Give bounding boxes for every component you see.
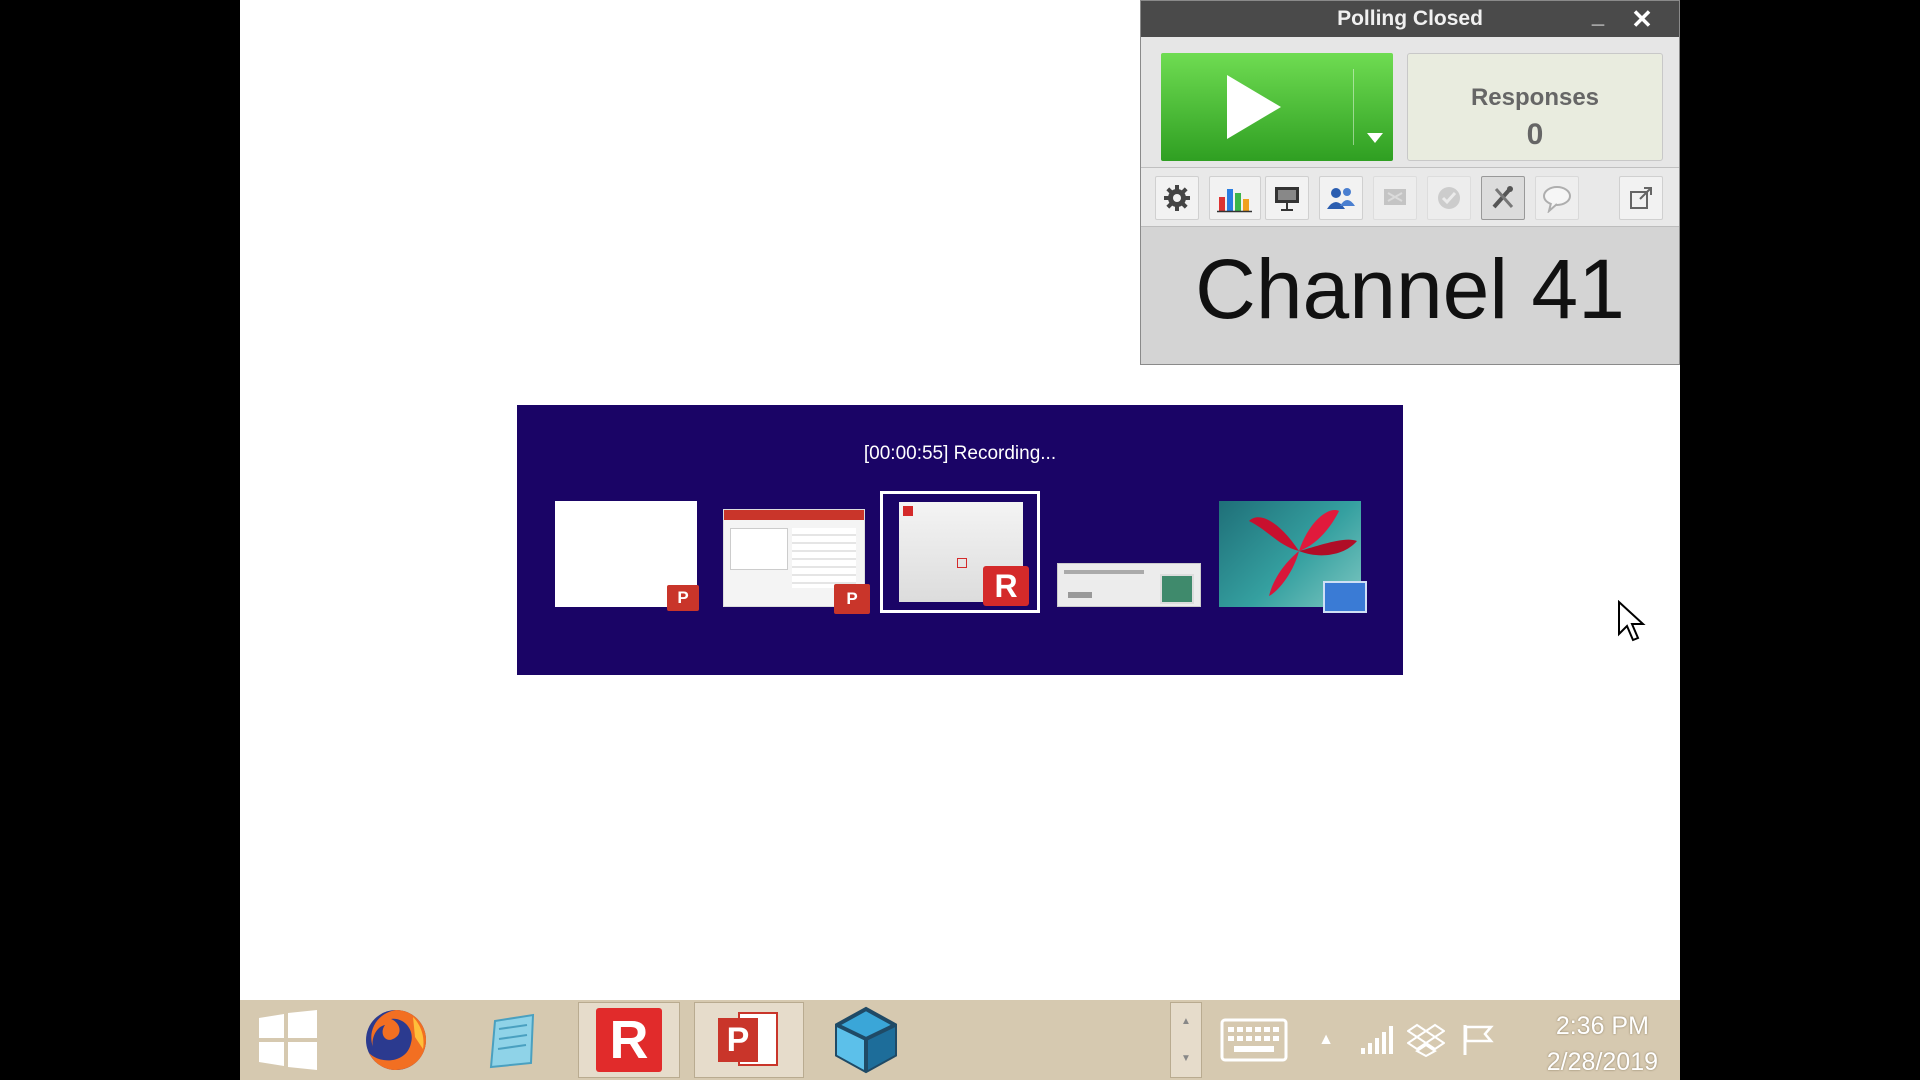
gear-icon[interactable] [1155, 176, 1199, 220]
keyboard-icon [1220, 1018, 1288, 1062]
powerpoint-icon: P [834, 584, 870, 614]
speech-bubble-icon[interactable] [1535, 176, 1579, 220]
taskbar-notepad[interactable] [466, 1002, 558, 1078]
flag-icon[interactable] [1458, 1002, 1498, 1078]
center-mark [957, 558, 967, 568]
taskbar: R P ▲ ▼ ▲ 2:36 PM 2/28/2019 [240, 1000, 1680, 1080]
app-mini-icon [903, 506, 913, 516]
window-thumbnail-desktop[interactable] [1219, 501, 1367, 613]
notepad-icon [489, 1013, 535, 1069]
polling-controls: Responses 0 [1141, 37, 1679, 168]
polling-window: Polling Closed _ ✕ Responses 0 Channel 4… [1140, 0, 1680, 365]
touch-keyboard-button[interactable] [1216, 1002, 1292, 1078]
taskbar-responseware[interactable]: R [578, 1002, 680, 1078]
dialog-image [1160, 574, 1194, 604]
windows-logo-icon [259, 1010, 317, 1070]
taskbar-scroll[interactable]: ▲ ▼ [1170, 1002, 1202, 1078]
start-polling-button[interactable] [1161, 53, 1393, 161]
scroll-up-icon[interactable]: ▲ [1181, 1016, 1191, 1027]
clock-time: 2:36 PM [1555, 1012, 1649, 1040]
tools-icon[interactable] [1481, 176, 1525, 220]
taskbar-firefox[interactable] [350, 1002, 442, 1078]
responses-panel[interactable]: Responses 0 [1407, 53, 1663, 161]
dialog-button [1068, 592, 1092, 598]
powerpoint-icon: P [667, 585, 699, 611]
responses-label: Responses [1470, 84, 1600, 111]
mouse-cursor-icon [1617, 599, 1647, 649]
participants-icon[interactable] [1319, 176, 1363, 220]
minimize-button[interactable]: _ [1583, 1, 1613, 37]
r-logo-icon: R [596, 1008, 662, 1072]
taskbar-powerpoint[interactable]: P [694, 1002, 804, 1078]
channel-label: Channel 41 [1195, 242, 1625, 336]
popout-icon[interactable] [1619, 176, 1663, 220]
polling-title-bar[interactable]: Polling Closed _ ✕ [1141, 1, 1679, 37]
content-lines [792, 528, 856, 588]
close-button[interactable]: ✕ [1627, 1, 1657, 37]
window-thumbnail-powerpoint-2[interactable]: P [723, 509, 870, 614]
window-thumbnail-responses[interactable]: R [880, 491, 1040, 613]
play-icon [1227, 75, 1281, 139]
window-thumbnail-dialog[interactable] [1057, 563, 1201, 607]
polling-title: Polling Closed [1337, 7, 1483, 30]
desktop-icon [1323, 581, 1367, 613]
desktop: Polling Closed _ ✕ Responses 0 Channel 4… [240, 0, 1680, 1080]
taskbar-cube-app[interactable] [812, 1002, 920, 1078]
responses-count: 0 [1526, 118, 1544, 151]
recording-status: [00:00:55] Recording... [863, 443, 1057, 464]
task-switcher: [00:00:55] Recording... P P R [517, 405, 1403, 675]
slide-preview [730, 528, 788, 570]
p-letter: P [718, 1018, 758, 1062]
check-icon[interactable] [1427, 176, 1471, 220]
polling-toolbar [1141, 168, 1679, 227]
dialog-text [1064, 570, 1144, 574]
screen-icon[interactable] [1373, 176, 1417, 220]
start-button[interactable] [248, 1002, 328, 1078]
firefox-icon [366, 1010, 427, 1070]
scroll-down-icon[interactable]: ▼ [1181, 1053, 1191, 1064]
system-clock[interactable]: 2:36 PM 2/28/2019 [1547, 1008, 1658, 1080]
cube-icon [835, 1006, 897, 1074]
window-thumbnail-powerpoint-1[interactable]: P [555, 501, 699, 611]
powerpoint-icon: P [716, 1010, 782, 1070]
presentation-icon[interactable] [1265, 176, 1309, 220]
dropdown-arrow-icon[interactable] [1367, 133, 1383, 143]
ribbon-bar [724, 510, 864, 520]
bar-chart-icon[interactable] [1209, 176, 1261, 220]
show-hidden-icons-icon[interactable]: ▲ [1310, 1002, 1342, 1078]
clock-date: 2/28/2019 [1546, 1048, 1658, 1076]
dropbox-icon[interactable] [1404, 1002, 1448, 1078]
signal-icon[interactable] [1356, 1002, 1396, 1078]
button-divider [1353, 69, 1354, 145]
r-logo-icon: R [983, 566, 1029, 606]
